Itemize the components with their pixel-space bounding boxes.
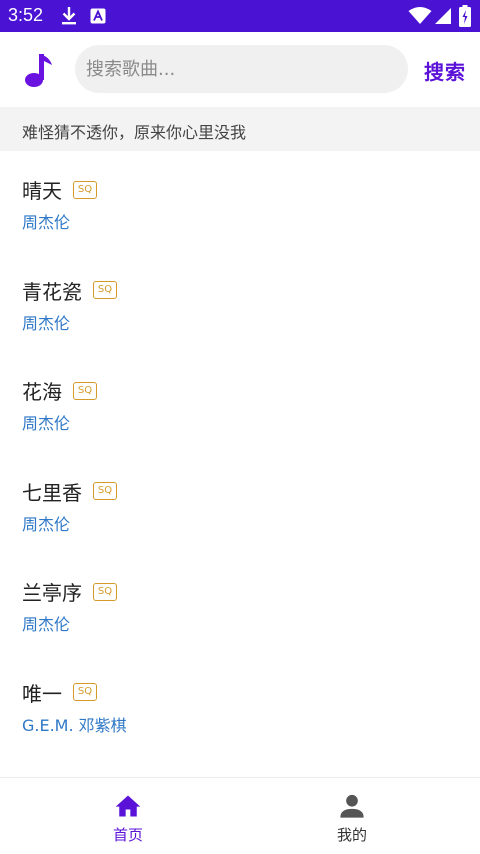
sq-badge: SQ [93,281,117,299]
signal-icon [435,8,451,24]
tab-mine-label: 我的 [336,826,367,844]
song-item[interactable]: 七里香 SQ 周杰伦 [0,453,480,554]
tab-mine[interactable]: 我的 [232,778,472,854]
song-item[interactable]: 晴天 SQ 周杰伦 [0,151,480,252]
search-input[interactable] [75,45,386,93]
song-artist: 周杰伦 [22,313,71,333]
tab-home-label: 首页 [112,826,143,844]
sq-badge: SQ [73,683,97,701]
tab-home[interactable]: 首页 [8,778,248,854]
song-artist: G.E.M. 邓紫棋 [22,715,127,735]
song-artist: 周杰伦 [22,514,71,534]
song-title: 青花瓷 [22,279,82,304]
song-artist: 周杰伦 [22,213,71,232]
lyric-banner: 难怪猜不透你，原来你心里没我 [0,107,480,151]
song-artist: 周杰伦 [22,414,71,433]
sq-badge: SQ [73,381,97,400]
search-button[interactable]: 搜索 [424,56,466,85]
search-box[interactable] [75,45,408,93]
status-time: 3:52 [8,5,44,25]
song-item[interactable]: 唯一 SQ G.E.M. 邓紫棋 [0,654,480,755]
home-icon [115,795,141,817]
song-title: 兰亭序 [22,581,82,605]
app-header: 搜索 [0,32,480,106]
battery-icon [459,5,471,27]
lyric-banner-text: 难怪猜不透你，原来你心里没我 [22,123,247,142]
song-item[interactable]: 兰亭序 SQ 周杰伦 [0,553,480,654]
song-title: 花海 [22,380,62,404]
song-item[interactable]: 青花瓷 SQ 周杰伦 [0,252,480,353]
wifi-icon [408,7,432,24]
sq-badge: SQ [93,482,117,500]
song-title: 晴天 [22,179,62,203]
person-icon [340,794,364,818]
music-note-icon [25,54,52,87]
a-notification-icon [90,8,106,24]
sq-badge: SQ [93,582,117,601]
song-list: 晴天 SQ 周杰伦 青花瓷 SQ 周杰伦 花海 SQ 周杰伦 七里香 SQ 周杰… [0,151,480,754]
song-title: 唯一 [22,681,62,706]
song-title: 七里香 [22,480,82,505]
download-icon [62,7,76,25]
bottom-nav: 首页 我的 [0,777,480,854]
status-bar: 3:52 [0,0,480,32]
song-item[interactable]: 花海 SQ 周杰伦 [0,352,480,453]
song-artist: 周杰伦 [22,615,71,634]
sq-badge: SQ [73,180,97,199]
